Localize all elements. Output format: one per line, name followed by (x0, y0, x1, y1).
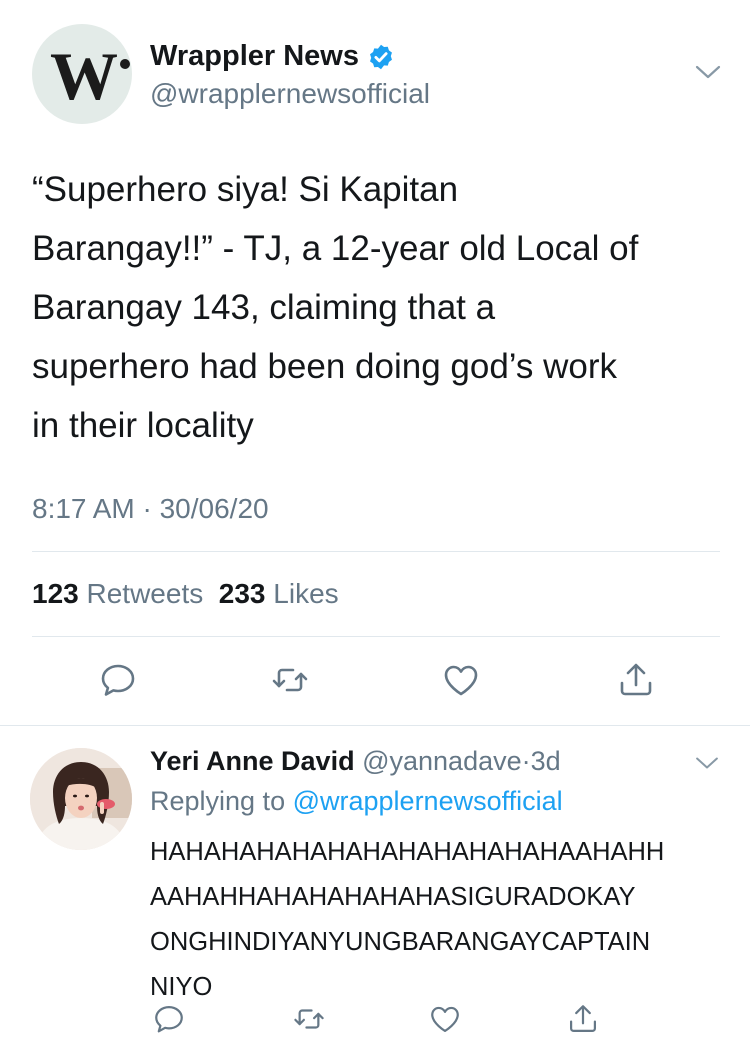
retweet-icon[interactable] (270, 660, 310, 700)
reply-author-name[interactable]: Yeri Anne David (150, 746, 355, 776)
tweet-text-line: Barangay!!” - TJ, a 12-year old Local of (32, 229, 639, 268)
retweets-count: 123 (32, 578, 79, 609)
reply-text-line: AAHAHHAHAHAHAHAHASIGURADOKAY (150, 883, 636, 911)
tweet-stats: 123 Retweets 233 Likes (32, 578, 339, 610)
tweet-text-line: Barangay 143, claiming that a (32, 288, 496, 327)
reply-icon[interactable] (98, 660, 138, 700)
likes-label: Likes (273, 578, 339, 609)
tweet-text-line: in their locality (32, 406, 254, 445)
reply-time[interactable]: 3d (531, 746, 561, 776)
share-icon[interactable] (616, 660, 656, 700)
wrappler-news-avatar[interactable]: W (32, 24, 132, 124)
yeri-anne-david-avatar[interactable] (30, 748, 132, 850)
verified-badge-icon (370, 44, 392, 69)
wrappler-logo: W (50, 38, 118, 114)
reply-header: Yeri Anne David @yannadave·3d (150, 746, 561, 777)
reply-separator: · (521, 746, 531, 776)
reply-icon[interactable] (152, 1002, 186, 1036)
divider (32, 551, 720, 552)
tweet-separator (0, 725, 750, 726)
reply-text-line: ONGHINDIYANYUNGBARANGAYCAPTAIN (150, 928, 651, 956)
like-icon[interactable] (441, 660, 481, 700)
likes-stat[interactable]: 233 Likes (219, 578, 339, 609)
main-tweet: W Wrappler News @wrapplernewsofficial “S… (0, 0, 750, 725)
reply-text: HAHAHAHAHAHAHAHAHAHAHAHAAHAHH AAHAHHAHAH… (150, 830, 730, 1010)
replying-to: Replying to @wrapplernewsofficial (150, 786, 563, 817)
tweet-timestamp[interactable]: 8:17 AM · 30/06/20 (32, 493, 269, 525)
reply-author-handle[interactable]: @yannadave (362, 746, 522, 776)
author-display-name[interactable]: Wrappler News (150, 40, 359, 73)
user-photo-icon (30, 748, 132, 850)
retweets-label: Retweets (86, 578, 204, 609)
author-name-row: Wrappler News (150, 40, 395, 73)
share-icon[interactable] (566, 1002, 600, 1036)
author-handle[interactable]: @wrapplernewsofficial (150, 78, 430, 110)
tweet-text-line: superhero had been doing god’s work (32, 347, 618, 386)
tweet-text: “Superhero siya! Si Kapitan Barangay!!” … (32, 160, 732, 455)
chevron-down-icon[interactable] (694, 754, 720, 772)
logo-dot (120, 59, 130, 69)
chevron-down-icon[interactable] (694, 62, 722, 82)
divider (32, 636, 720, 637)
retweets-stat[interactable]: 123 Retweets (32, 578, 203, 609)
replying-to-mention[interactable]: @wrapplernewsofficial (293, 786, 563, 816)
tweet-text-line: “Superhero siya! Si Kapitan (32, 170, 459, 209)
reply-text-line: HAHAHAHAHAHAHAHAHAHAHAHAAHAHH (150, 838, 665, 866)
retweet-icon[interactable] (292, 1002, 326, 1036)
likes-count: 233 (218, 578, 266, 609)
replying-to-prefix: Replying to (150, 786, 286, 816)
like-icon[interactable] (428, 1002, 462, 1036)
